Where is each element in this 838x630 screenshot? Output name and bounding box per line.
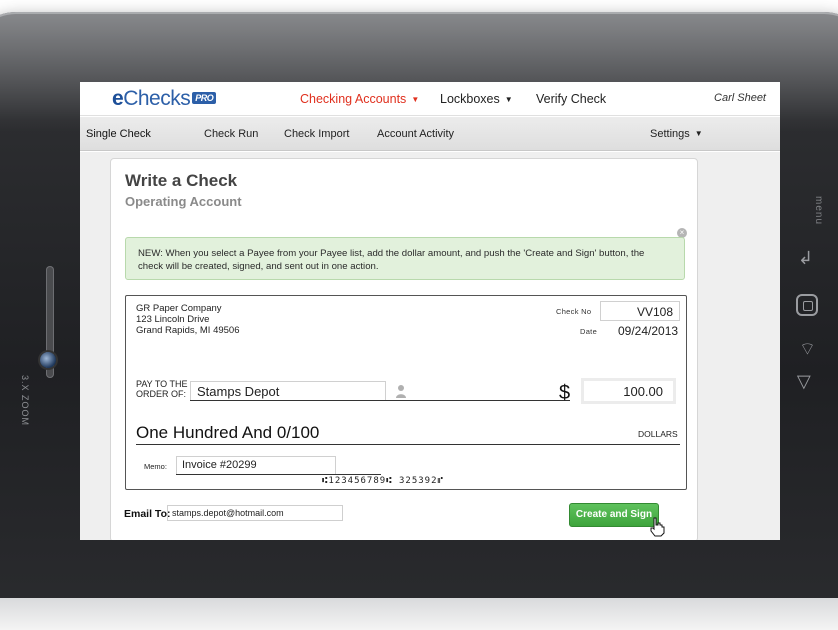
- tab-account-activity[interactable]: Account Activity: [377, 128, 454, 140]
- main-content: Write a Check Operating Account × NEW: W…: [80, 152, 780, 540]
- nav-checking-accounts[interactable]: Checking Accounts ▼: [300, 92, 419, 106]
- echecks-logo[interactable]: eChecks PRO: [112, 87, 217, 111]
- amount-input[interactable]: 100.00: [581, 378, 676, 404]
- write-check-card: Write a Check Operating Account × NEW: W…: [110, 158, 698, 540]
- search-icon[interactable]: ⌔: [799, 338, 816, 361]
- check-number-field[interactable]: VV108: [600, 301, 680, 321]
- date-label: Date: [580, 327, 598, 336]
- memo-line: [176, 474, 381, 475]
- memo-input[interactable]: Invoice #20299: [176, 456, 336, 475]
- dollar-sign: $: [559, 382, 571, 404]
- pay-to-label: PAY TO THE ORDER OF:: [136, 379, 188, 399]
- home-icon[interactable]: [796, 294, 818, 316]
- pro-badge: PRO: [192, 92, 217, 104]
- tab-single-check[interactable]: Single Check: [86, 128, 151, 140]
- nav-verify-check[interactable]: Verify Check: [536, 92, 606, 106]
- email-input[interactable]: stamps.depot@hotmail.com: [167, 505, 343, 521]
- page-title: Write a Check: [125, 171, 238, 190]
- micr-line: ⑆123456789⑆ 325392⑈: [322, 476, 444, 486]
- check-no-label: Check No: [556, 307, 592, 316]
- payee-input[interactable]: Stamps Depot: [190, 381, 386, 401]
- tab-check-run[interactable]: Check Run: [204, 128, 258, 140]
- nav-lockboxes[interactable]: Lockboxes ▼: [440, 92, 513, 106]
- account-name: Operating Account: [125, 194, 242, 209]
- user-name[interactable]: Carl Sheet: [714, 92, 766, 104]
- top-navigation: eChecks PRO Checking Accounts ▼ Lockboxes ▼…: [80, 82, 780, 116]
- check-date[interactable]: 09/24/2013: [618, 324, 678, 338]
- chevron-down-icon: ▼: [504, 95, 513, 104]
- chevron-down-icon: ▼: [411, 95, 420, 104]
- payer-address: GR Paper Company 123 Lincoln Drive Grand…: [136, 303, 240, 336]
- email-label: Email To:: [124, 508, 171, 520]
- chevron-down-icon: ▼: [694, 129, 703, 138]
- info-notice: NEW: When you select a Payee from your P…: [125, 237, 685, 280]
- camera-icon: [40, 352, 56, 368]
- zoom-label: 3.X ZOOM: [20, 375, 30, 427]
- tablet-base-reflection: [0, 598, 838, 630]
- dollars-label: DOLLARS: [638, 429, 678, 439]
- check-form: GR Paper Company 123 Lincoln Drive Grand…: [125, 295, 687, 490]
- amount-in-words: One Hundred And 0/100: [136, 423, 320, 442]
- amount-words-line: [136, 444, 680, 445]
- sub-navigation: Single Check Check Run Check Import Acco…: [80, 117, 780, 151]
- back-icon[interactable]: ↲: [798, 248, 813, 269]
- app-screen: eChecks PRO Checking Accounts ▼ Lockboxes ▼…: [80, 82, 780, 540]
- menu-label: menu: [813, 195, 825, 226]
- memo-label: Memo:: [144, 462, 167, 471]
- hand-cursor-icon: [650, 517, 665, 537]
- tab-check-import[interactable]: Check Import: [284, 128, 349, 140]
- payee-line: [190, 400, 570, 401]
- settings-menu[interactable]: Settings ▼: [650, 128, 703, 140]
- up-icon[interactable]: ◁: [792, 376, 813, 390]
- payee-list-icon[interactable]: [395, 384, 407, 398]
- create-and-sign-button[interactable]: Create and Sign: [569, 503, 659, 527]
